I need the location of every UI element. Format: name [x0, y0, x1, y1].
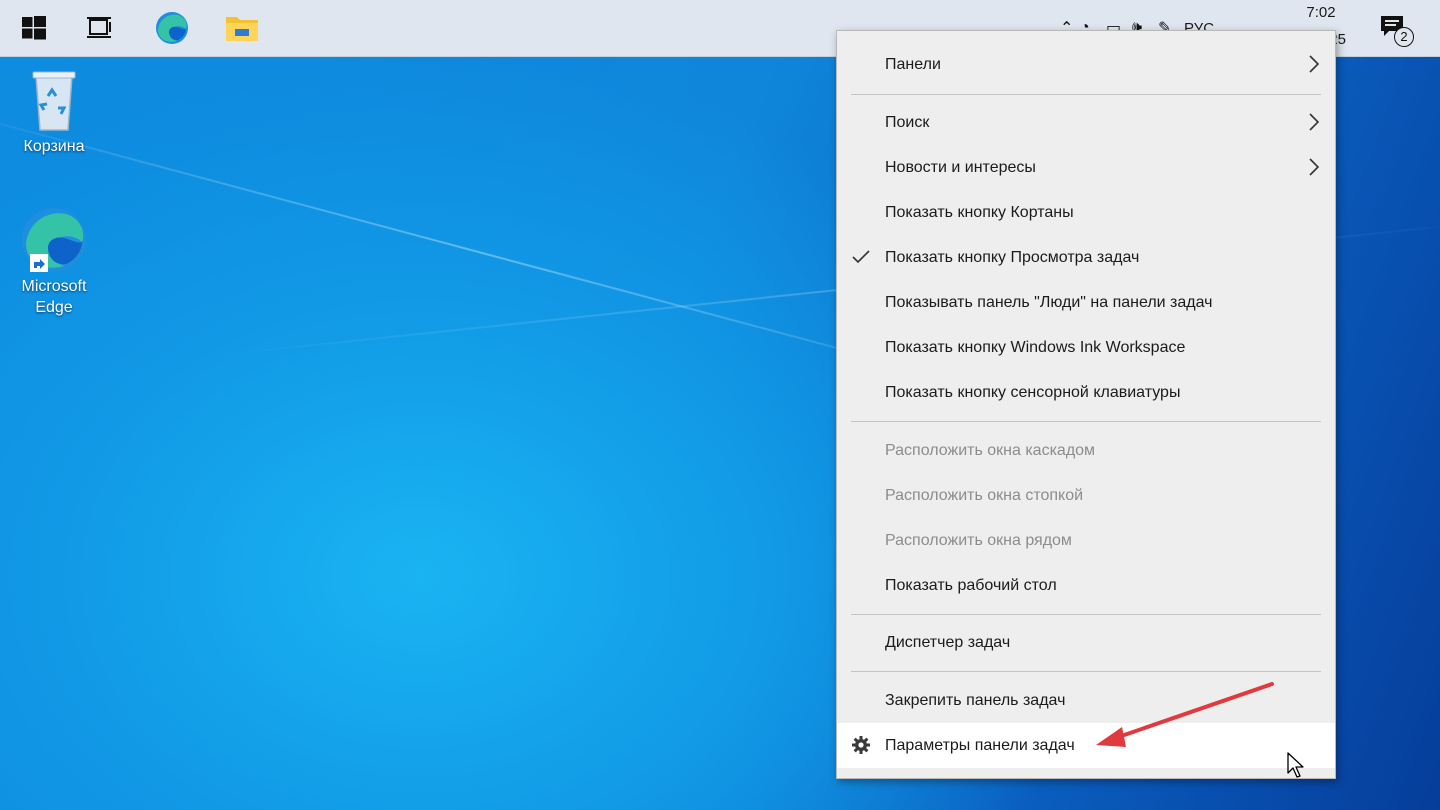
clock-time: 7:02 — [1306, 4, 1336, 21]
edge-icon — [156, 12, 188, 44]
taskbar-file-explorer-button[interactable] — [212, 0, 272, 56]
chevron-right-icon — [1309, 55, 1320, 73]
menu-item-label: Закрепить панель задач — [885, 691, 1066, 709]
edge-icon — [22, 208, 86, 272]
menu-item-show-touch-keyboard-button[interactable]: Показать кнопку сенсорной клавиатуры — [837, 370, 1335, 415]
menu-separator — [851, 614, 1321, 615]
menu-item-label: Поиск — [885, 113, 930, 131]
action-center-button[interactable]: 2 — [1376, 12, 1416, 48]
menu-item-show-cortana-button[interactable]: Показать кнопку Кортаны — [837, 190, 1335, 235]
desktop-icon-microsoft-edge[interactable]: Microsoft Edge — [9, 204, 99, 318]
menu-item-label: Расположить окна рядом — [885, 531, 1072, 549]
menu-separator — [851, 671, 1321, 672]
menu-item-label: Параметры панели задач — [885, 736, 1075, 754]
menu-item-label: Показать кнопку сенсорной клавиатуры — [885, 383, 1181, 401]
menu-item-label: Диспетчер задач — [885, 633, 1011, 651]
menu-item-label: Расположить окна каскадом — [885, 441, 1096, 459]
windows-start-icon — [22, 16, 46, 40]
annotation-arrow — [1096, 682, 1274, 747]
gear-icon — [852, 736, 870, 754]
chevron-right-icon — [1309, 113, 1320, 131]
chevron-right-icon — [1309, 158, 1320, 176]
desktop-icon-label: Edge — [35, 299, 73, 316]
menu-separator — [851, 94, 1321, 95]
notification-count-badge: 2 — [1394, 27, 1414, 47]
file-explorer-icon — [226, 17, 258, 41]
menu-item-label: Расположить окна стопкой — [885, 486, 1084, 504]
menu-item-label: Показать кнопку Кортаны — [885, 203, 1074, 221]
menu-item-show-task-view-button[interactable]: Показать кнопку Просмотра задач — [837, 235, 1335, 280]
menu-item-show-desktop[interactable]: Показать рабочий стол — [837, 563, 1335, 608]
task-view-button[interactable] — [70, 0, 130, 56]
menu-item-label: Новости и интересы — [885, 158, 1036, 176]
menu-item-toolbars[interactable]: Панели — [837, 42, 1335, 87]
checkmark-icon — [852, 250, 870, 264]
desktop-icon-label: Microsoft — [21, 278, 87, 295]
desktop-icon-label: Корзина — [23, 138, 85, 155]
menu-separator — [851, 421, 1321, 422]
desktop-icon-recycle-bin[interactable]: Корзина — [9, 68, 99, 157]
start-button[interactable] — [4, 0, 64, 56]
menu-item-search[interactable]: Поиск — [837, 100, 1335, 145]
menu-item-stack-windows: Расположить окна стопкой — [837, 473, 1335, 518]
mouse-cursor-icon — [1287, 752, 1304, 778]
taskbar-edge-button[interactable] — [142, 0, 202, 56]
recycle-bin-icon — [32, 71, 76, 131]
menu-item-label: Панели — [885, 55, 941, 73]
menu-item-label: Показать рабочий стол — [885, 576, 1057, 594]
taskbar-context-menu: Панели Поиск Новости и интересы Показать… — [836, 30, 1336, 779]
menu-item-show-people-on-taskbar[interactable]: Показывать панель "Люди" на панели задач — [837, 280, 1335, 325]
menu-item-label: Показывать панель "Люди" на панели задач — [885, 293, 1213, 311]
menu-item-cascade-windows: Расположить окна каскадом — [837, 428, 1335, 473]
menu-item-show-windows-ink-workspace-button[interactable]: Показать кнопку Windows Ink Workspace — [837, 325, 1335, 370]
menu-item-side-by-side-windows: Расположить окна рядом — [837, 518, 1335, 563]
menu-item-task-manager[interactable]: Диспетчер задач — [837, 620, 1335, 665]
menu-item-news-and-interests[interactable]: Новости и интересы — [837, 145, 1335, 190]
menu-item-label: Показать кнопку Windows Ink Workspace — [885, 338, 1186, 356]
menu-item-label: Показать кнопку Просмотра задач — [885, 248, 1140, 266]
task-view-icon — [87, 17, 111, 38]
